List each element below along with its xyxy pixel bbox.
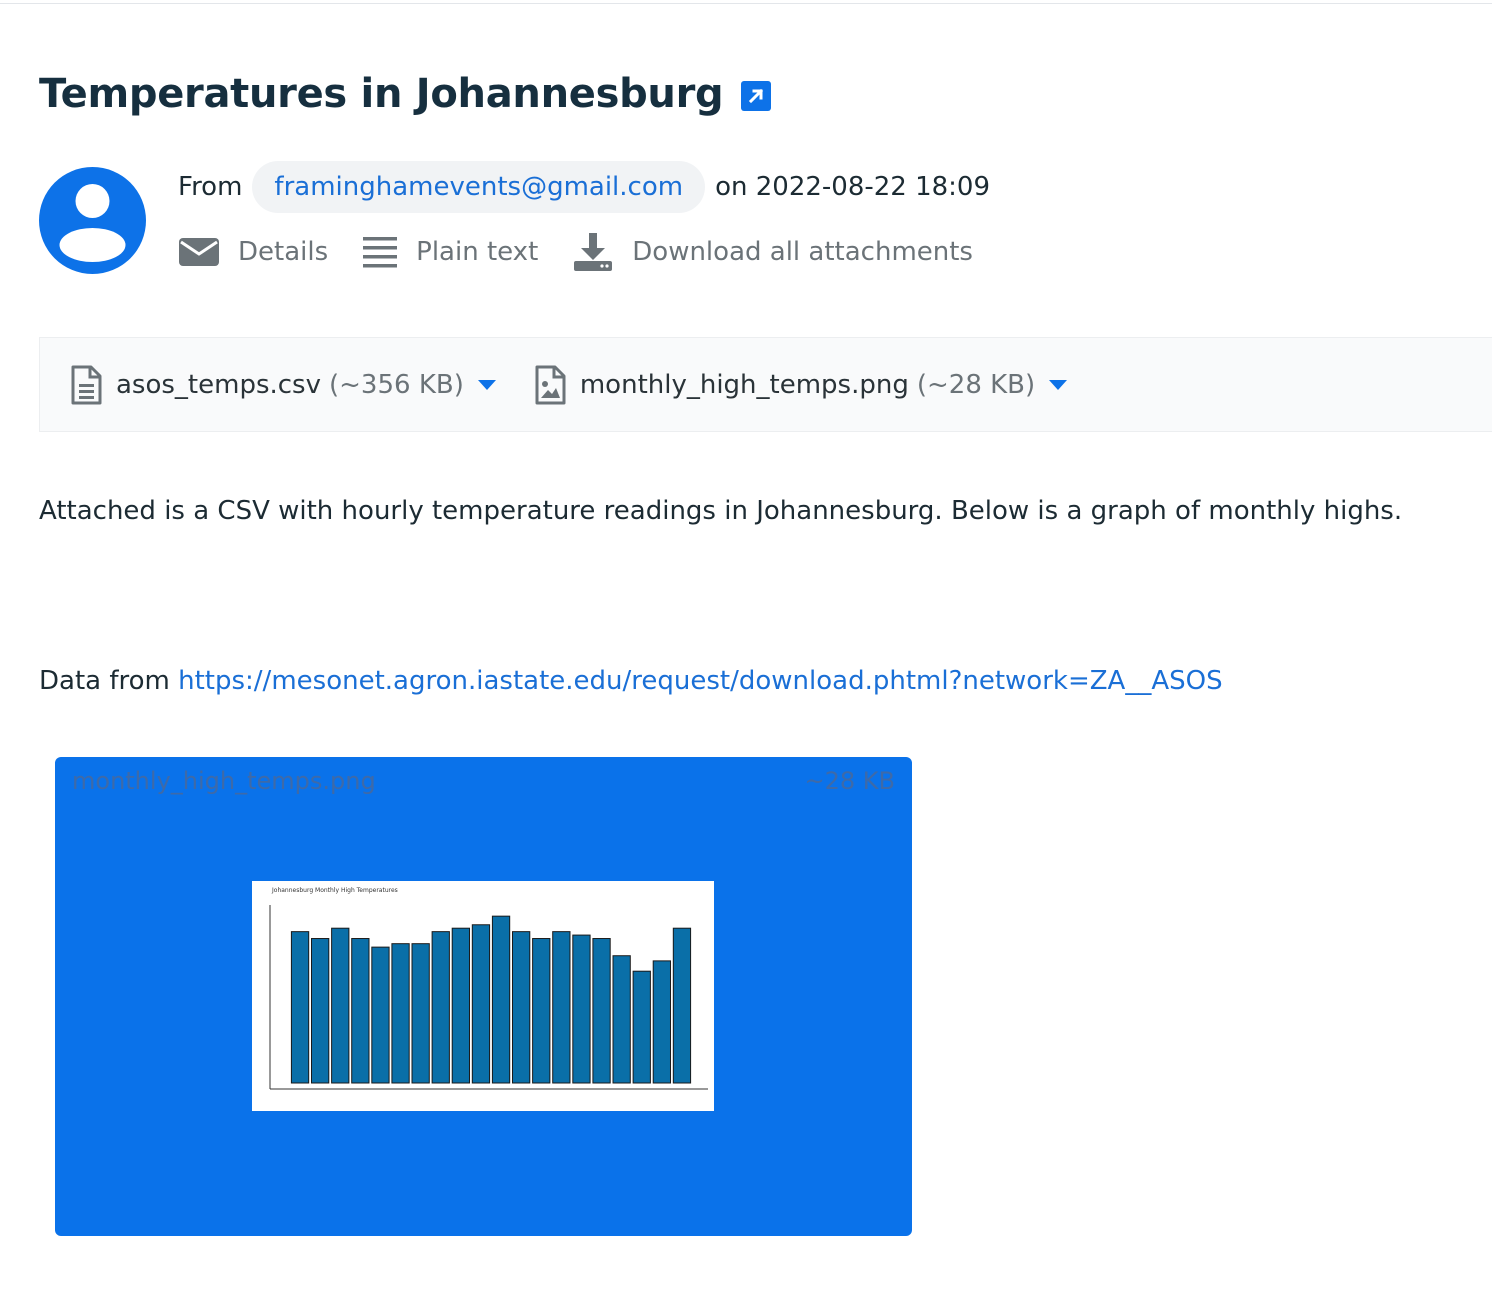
chevron-down-icon[interactable] <box>1049 379 1068 391</box>
attachment-size: (~28 KB) <box>916 369 1036 400</box>
details-button[interactable]: Details <box>178 235 328 269</box>
chart-bar <box>351 938 370 1084</box>
lines-icon <box>363 237 398 268</box>
chart-bar <box>612 955 631 1084</box>
subject-row: Temperatures in Johannesburg <box>39 66 772 122</box>
chart-bar <box>411 943 430 1084</box>
chart-bar <box>331 927 350 1084</box>
attachment-name: asos_temps.csv <box>116 369 321 400</box>
download-icon <box>574 233 613 271</box>
plain-text-button[interactable]: Plain text <box>362 234 538 270</box>
sender-email-chip[interactable]: framinghamevents@gmail.com <box>252 161 706 213</box>
chart-bar <box>290 931 310 1084</box>
preview-filesize: ~28 KB <box>804 767 895 795</box>
attachment-png[interactable]: monthly_high_temps.png (~28 KB) <box>534 365 1068 405</box>
chart-bar <box>431 931 450 1084</box>
chart-bar <box>632 970 651 1084</box>
sender-avatar-icon <box>39 167 146 274</box>
data-source-label: Data from <box>39 666 179 696</box>
attachments-bar: asos_temps.csv (~356 KB) monthly_high_te… <box>39 337 1492 432</box>
email-subject: Temperatures in Johannesburg <box>39 71 724 117</box>
chart-title: Johannesburg Monthly High Temperatures <box>271 887 398 894</box>
chart-bar <box>532 938 551 1084</box>
chart-thumbnail[interactable]: Johannesburg Monthly High Temperatures <box>252 881 714 1111</box>
email-view: Temperatures in Johannesburg From framin… <box>0 0 1492 1298</box>
top-divider <box>0 3 1492 4</box>
chart-bar <box>471 924 491 1084</box>
attachment-csv[interactable]: asos_temps.csv (~356 KB) <box>70 365 496 405</box>
plain-text-label: Plain text <box>416 237 539 267</box>
file-text-icon <box>71 365 102 404</box>
chart-bar <box>371 946 390 1084</box>
download-all-label: Download all attachments <box>632 237 973 267</box>
chart-bar <box>512 931 531 1084</box>
data-source-line: Data from https://mesonet.agron.iastate.… <box>39 666 1223 696</box>
bar-chart: Johannesburg Monthly High Temperatures <box>269 887 708 1090</box>
sent-date: on 2022-08-22 18:09 <box>715 172 991 202</box>
message-body-text: Attached is a CSV with hourly temperatur… <box>39 496 1403 526</box>
file-image-icon <box>535 365 566 404</box>
chart-bar <box>552 931 571 1084</box>
chart-bar <box>592 938 611 1084</box>
download-all-button[interactable]: Download all attachments <box>572 231 973 273</box>
chart-bar <box>311 938 330 1084</box>
chart-bar <box>451 927 470 1084</box>
chart-bar <box>672 927 692 1084</box>
from-row: From framinghamevents@gmail.com on 2022-… <box>178 161 990 213</box>
chart-bar <box>652 960 671 1084</box>
from-label: From <box>178 172 243 202</box>
message-actions: Details Plain text Download all attachme… <box>178 228 1007 276</box>
details-label: Details <box>238 237 329 267</box>
attachment-size: (~356 KB) <box>329 369 464 400</box>
chevron-down-icon[interactable] <box>477 379 496 391</box>
open-external-icon[interactable] <box>741 81 772 111</box>
preview-filename: monthly_high_temps.png <box>72 767 376 795</box>
bar-group <box>290 915 692 1084</box>
image-attachment-preview[interactable]: monthly_high_temps.png ~28 KB Johannesbu… <box>55 757 912 1236</box>
chart-bar <box>572 934 591 1084</box>
data-source-link[interactable]: https://mesonet.agron.iastate.edu/reques… <box>178 666 1222 696</box>
envelope-icon <box>179 238 219 266</box>
chart-bar <box>391 943 410 1084</box>
chart-bar <box>491 915 511 1084</box>
attachment-name: monthly_high_temps.png <box>579 369 909 400</box>
